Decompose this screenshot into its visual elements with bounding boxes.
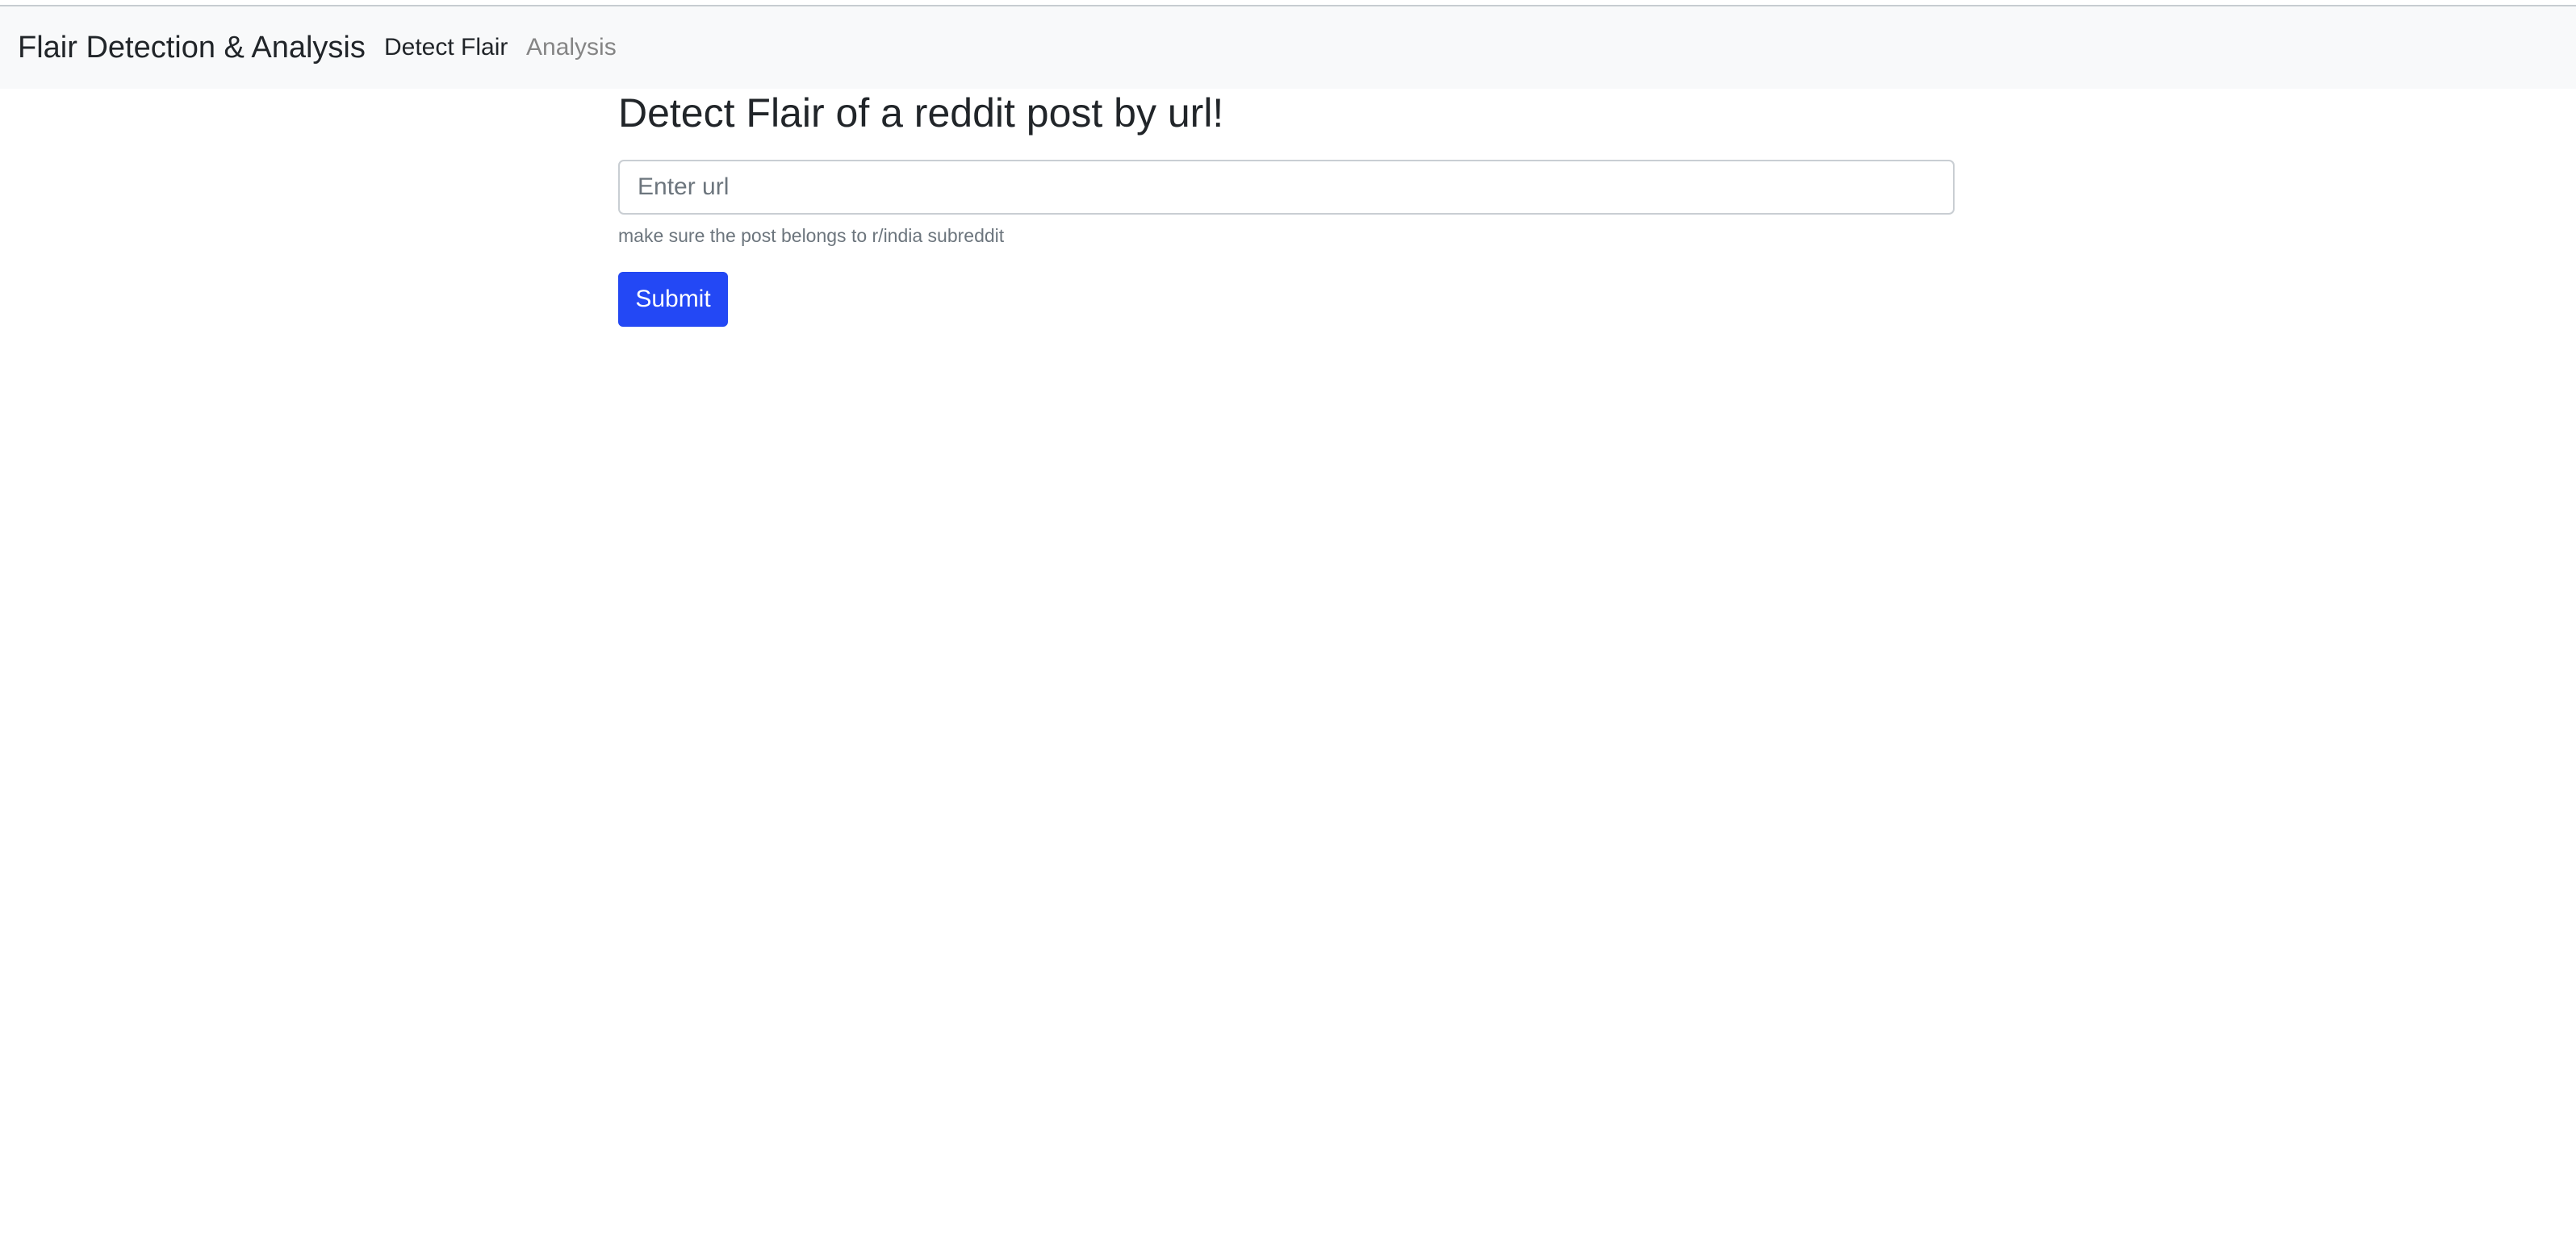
- submit-button[interactable]: Submit: [618, 272, 728, 327]
- browser-top-border: [0, 0, 2576, 6]
- page-title: Detect Flair of a reddit post by url!: [618, 90, 1224, 136]
- url-input[interactable]: [618, 160, 1955, 215]
- navbar: Flair Detection & Analysis Detect Flair …: [0, 6, 2576, 89]
- url-help-text: make sure the post belongs to r/india su…: [618, 225, 1005, 246]
- navbar-brand[interactable]: Flair Detection & Analysis: [18, 29, 366, 66]
- nav-link-detect-flair[interactable]: Detect Flair: [384, 32, 508, 63]
- nav-link-analysis[interactable]: Analysis: [526, 32, 617, 63]
